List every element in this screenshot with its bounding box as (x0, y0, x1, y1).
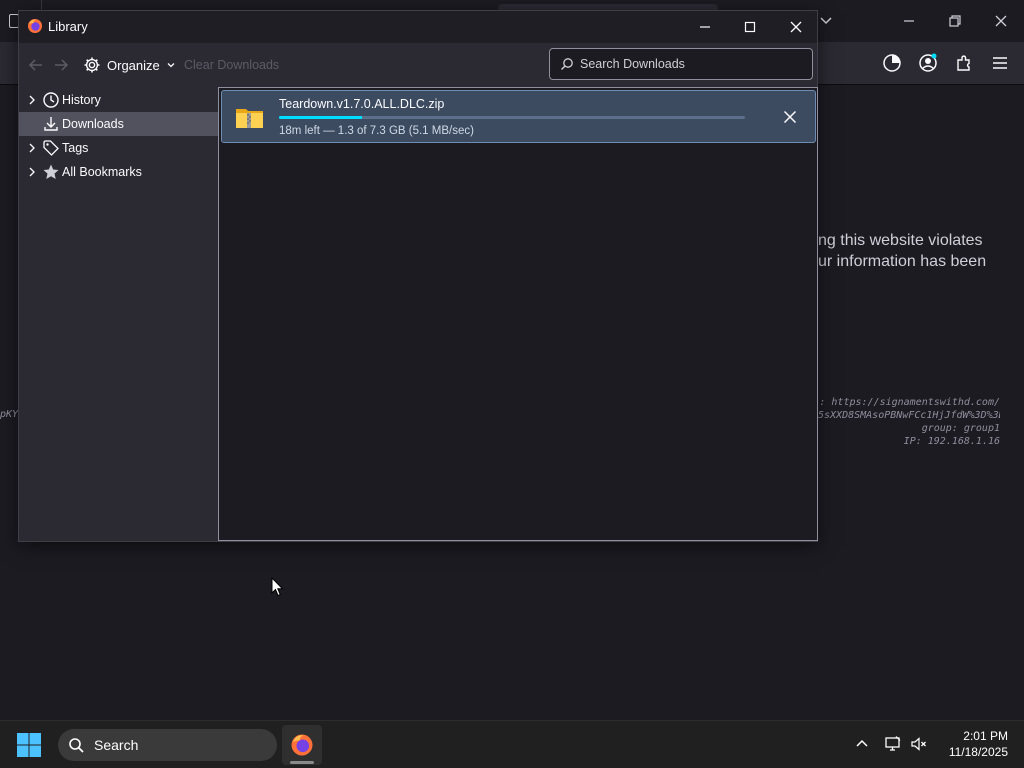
chevron-up-icon[interactable] (853, 735, 871, 753)
list-all-tabs-icon[interactable] (818, 12, 834, 28)
mouse-cursor-icon (271, 577, 284, 597)
firefox-logo-icon (291, 734, 313, 756)
running-indicator (290, 761, 314, 764)
search-icon (69, 738, 84, 753)
zip-folder-icon (236, 109, 263, 128)
warning-line: ur information has been (818, 253, 987, 270)
chevron-right-icon[interactable] (26, 142, 38, 154)
sidebar-item-all-bookmarks[interactable]: All Bookmarks (19, 160, 218, 184)
sidebar-item-label: Tags (62, 141, 89, 155)
minimize-icon[interactable] (695, 17, 715, 37)
info-line: : https://signamentswithd.com/ (819, 397, 1000, 408)
warning-line: ng this website violates (818, 232, 983, 249)
firefox-view-icon[interactable] (882, 53, 902, 73)
download-filename: Teardown.v1.7.0.ALL.DLC.zip (279, 97, 445, 111)
search-downloads-box[interactable] (549, 48, 813, 80)
tag-icon (43, 140, 59, 156)
clock-time: 2:01 PM (963, 729, 1008, 743)
sidebar-item-label: History (62, 93, 101, 107)
organize-label: Organize (107, 57, 160, 73)
sidebar-item-tags[interactable]: Tags (19, 136, 218, 160)
page-warning-text: ng this website violates ur information … (818, 230, 1024, 272)
downloads-list: Teardown.v1.7.0.ALL.DLC.zip 18m left — 1… (218, 87, 818, 541)
minimize-icon[interactable] (898, 10, 920, 32)
close-window-icon[interactable] (990, 10, 1012, 32)
taskbar-search-label: Search (94, 737, 139, 753)
star-icon (43, 164, 59, 179)
clear-downloads-button[interactable]: Clear Downloads (184, 58, 279, 72)
account-icon[interactable] (918, 53, 938, 73)
library-title: Library (48, 19, 88, 34)
organize-button[interactable]: Organize (83, 53, 176, 77)
info-line: group: group1 (921, 423, 1000, 434)
windows-taskbar: Search 2:01 PM 11/18/2025 (0, 720, 1024, 768)
search-downloads-input[interactable] (580, 49, 808, 79)
info-line: IP: 192.168.1.16 (903, 436, 1000, 447)
firefox-logo-icon (28, 19, 42, 33)
page-info-block: : https://signamentswithd.com/ 5sXXD8SMA… (818, 396, 1000, 448)
download-progress-bar (279, 116, 745, 119)
network-icon[interactable] (884, 735, 902, 753)
chevron-right-icon[interactable] (26, 94, 38, 106)
clock-icon (43, 92, 59, 108)
download-item[interactable]: Teardown.v1.7.0.ALL.DLC.zip 18m left — 1… (221, 90, 816, 143)
windows-start-icon[interactable] (16, 732, 42, 758)
clock-date: 11/18/2025 (948, 745, 1008, 759)
menu-icon[interactable] (990, 53, 1010, 73)
download-icon (44, 117, 58, 131)
sidebar-item-history[interactable]: History (19, 88, 218, 112)
extensions-icon[interactable] (954, 53, 974, 73)
download-status: 18m left — 1.3 of 7.3 GB (5.1 MB/sec) (279, 125, 474, 137)
page-left-fragment: pKY (0, 409, 19, 420)
chevron-right-icon[interactable] (26, 166, 38, 178)
search-icon (561, 58, 573, 70)
sidebar-item-downloads[interactable]: Downloads (19, 112, 218, 136)
close-icon[interactable] (786, 17, 806, 37)
maximize-icon[interactable] (740, 17, 760, 37)
taskbar-clock[interactable]: 2:01 PM 11/18/2025 (930, 728, 1008, 760)
back-arrow-icon[interactable] (27, 56, 45, 74)
cancel-download-icon[interactable] (778, 105, 802, 129)
info-line: 5sXXD8SMAsoPBNwFCc1HjJfdW%3D%3D (818, 410, 1000, 421)
library-window: Library Organize Clear Downloads History (18, 10, 818, 542)
library-sidebar: History Downloads Tags All Bookmarks (19, 87, 218, 541)
taskbar-firefox-button[interactable] (282, 725, 322, 765)
sidebar-item-label: Downloads (62, 117, 124, 131)
chevron-down-icon (167, 63, 175, 68)
restore-icon[interactable] (944, 10, 966, 32)
sidebar-item-label: All Bookmarks (62, 165, 142, 179)
taskbar-search-box[interactable]: Search (58, 729, 277, 761)
gear-icon (84, 57, 100, 73)
library-titlebar[interactable]: Library (19, 11, 817, 43)
volume-muted-icon[interactable] (910, 735, 928, 753)
download-progress-fill (279, 116, 362, 119)
library-toolbar: Organize Clear Downloads (19, 43, 817, 87)
forward-arrow-icon[interactable] (52, 56, 70, 74)
